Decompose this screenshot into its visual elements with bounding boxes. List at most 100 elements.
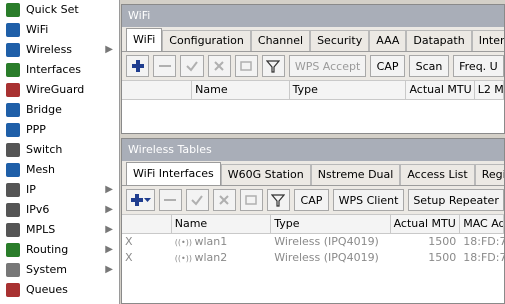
sidebar-item-system[interactable]: System ▶ [0, 260, 119, 280]
add-button[interactable] [126, 55, 150, 77]
table-row[interactable]: X ((•)) wlan2 Wireless (IPQ4019) 1500 18:FD:… [122, 250, 504, 266]
tab-w60g-station[interactable]: W60G Station [220, 164, 311, 185]
minus-icon [164, 199, 177, 201]
sidebar-item-switch[interactable]: Switch [0, 140, 119, 160]
wireless-toolbar: CAP WPS Client Setup Repeater [122, 186, 504, 214]
wireless-table-body: X ((•)) wlan1 Wireless (IPQ4019) 1500 18:FD:… [122, 234, 504, 303]
wifi-window: WiFi WiFi Configuration Channel Security AAA… [121, 4, 505, 134]
sidebar-item-label: Queues [26, 283, 68, 296]
sidebar-item-queues[interactable]: Queues [0, 280, 119, 300]
tab-registration[interactable]: Registration [474, 164, 504, 185]
plus-icon [130, 194, 143, 206]
submenu-arrow-icon: ▶ [105, 184, 113, 195]
check-icon [191, 195, 204, 206]
mtu-column-header[interactable]: Actual MTU [406, 81, 475, 99]
wifi-table-header: Name Type Actual MTU L2 M [122, 80, 504, 100]
sidebar-item-label: WiFi [26, 23, 49, 36]
ppp-icon [6, 123, 20, 137]
wifi-icon [6, 23, 20, 37]
sidebar-item-label: System [26, 263, 68, 276]
sidebar-item-label: PPP [26, 123, 46, 136]
sidebar-item-bridge[interactable]: Bridge [0, 100, 119, 120]
tab-channel[interactable]: Channel [250, 30, 311, 51]
setup-repeater-button[interactable]: Setup Repeater [408, 189, 504, 211]
wireless-window-title: Wireless Tables [122, 139, 504, 161]
sidebar-item-ipv6[interactable]: IPv6 ▶ [0, 200, 119, 220]
sidebar-item-quick-set[interactable]: Quick Set [0, 0, 119, 20]
sidebar-item-wifi[interactable]: WiFi [0, 20, 119, 40]
tab-configuration[interactable]: Configuration [162, 30, 251, 51]
wifi-window-title: WiFi [122, 5, 504, 27]
sidebar-item-label: WireGuard [26, 83, 85, 96]
freq-usage-button[interactable]: Freq. U [452, 55, 504, 77]
interfaces-icon [6, 63, 20, 77]
wps-accept-button[interactable]: WPS Accept [289, 55, 367, 77]
interface-name-text: wlan2 [194, 251, 228, 264]
comment-button[interactable] [234, 55, 258, 77]
submenu-arrow-icon: ▶ [105, 44, 113, 55]
tab-security[interactable]: Security [310, 30, 370, 51]
disable-button[interactable] [212, 189, 236, 211]
sidebar-item-interfaces[interactable]: Interfaces [0, 60, 119, 80]
tab-nstreme-dual[interactable]: Nstreme Dual [310, 164, 401, 185]
disabled-flag: X [125, 235, 133, 248]
queues-icon [6, 283, 20, 297]
minus-icon [158, 65, 171, 67]
sidebar-item-ppp[interactable]: PPP [0, 120, 119, 140]
tab-datapath[interactable]: Datapath [406, 30, 472, 51]
actual-mtu: 1500 [428, 235, 457, 248]
enable-button[interactable] [185, 189, 209, 211]
disable-button[interactable] [207, 55, 231, 77]
tab-wifi-interfaces[interactable]: WiFi Interfaces [126, 162, 221, 185]
mtu-column-header[interactable]: Actual MTU [391, 215, 461, 233]
mac-column-header[interactable]: MAC Ad [460, 215, 504, 233]
sidebar-item-label: Routing [26, 243, 69, 256]
check-icon [186, 61, 198, 72]
add-dropdown-button[interactable] [126, 189, 155, 211]
filter-button[interactable] [266, 189, 291, 211]
filter-button[interactable] [261, 55, 286, 77]
sidebar-item-mpls[interactable]: MPLS ▶ [0, 220, 119, 240]
sidebar-item-wireless[interactable]: Wireless ▶ [0, 40, 119, 60]
sidebar-item-label: Quick Set [26, 3, 79, 16]
sidebar-item-label: Interfaces [26, 63, 81, 76]
mesh-icon [6, 163, 20, 177]
plus-icon [131, 60, 144, 72]
sidebar-item-label: MPLS [26, 223, 56, 236]
table-row[interactable]: X ((•)) wlan1 Wireless (IPQ4019) 1500 18:FD:… [122, 234, 504, 250]
filter-icon [271, 194, 286, 207]
wifi-toolbar: WPS Accept CAP Scan Freq. U [122, 52, 504, 80]
tab-wifi[interactable]: WiFi [126, 28, 163, 51]
mac-address: 18:FD:7 [463, 235, 505, 248]
type-column-header[interactable]: Type [271, 215, 391, 233]
l2mtu-column-header[interactable]: L2 M [475, 81, 504, 99]
remove-button[interactable] [158, 189, 182, 211]
sidebar-item-label: Switch [26, 143, 63, 156]
name-column-header[interactable]: Name [192, 81, 290, 99]
tab-aaa[interactable]: AAA [369, 30, 407, 51]
routing-icon [6, 243, 20, 257]
submenu-arrow-icon: ▶ [105, 264, 113, 275]
wifi-table-body [122, 100, 504, 133]
enable-button[interactable] [180, 55, 204, 77]
interface-type: Wireless (IPQ4019) [274, 235, 379, 248]
cross-icon [214, 61, 224, 71]
sidebar-item-wireguard[interactable]: WireGuard [0, 80, 119, 100]
type-column-header[interactable]: Type [290, 81, 407, 99]
sidebar-item-routing[interactable]: Routing ▶ [0, 240, 119, 260]
name-column-header[interactable]: Name [172, 215, 272, 233]
scan-button[interactable]: Scan [409, 55, 449, 77]
cap-button[interactable]: CAP [294, 189, 329, 211]
cap-button[interactable]: CAP [370, 55, 406, 77]
disabled-flag: X [125, 251, 133, 264]
sidebar-menu: Quick Set WiFi Wireless ▶ Interfaces WireGuar… [0, 0, 120, 304]
actual-mtu: 1500 [428, 251, 457, 264]
remove-button[interactable] [153, 55, 177, 77]
tab-access-list[interactable]: Access List [400, 164, 475, 185]
ip-icon [6, 183, 20, 197]
tab-interworking[interactable]: Interworking [471, 30, 504, 51]
wps-client-button[interactable]: WPS Client [332, 189, 405, 211]
comment-button[interactable] [239, 189, 263, 211]
sidebar-item-mesh[interactable]: Mesh [0, 160, 119, 180]
sidebar-item-ip[interactable]: IP ▶ [0, 180, 119, 200]
